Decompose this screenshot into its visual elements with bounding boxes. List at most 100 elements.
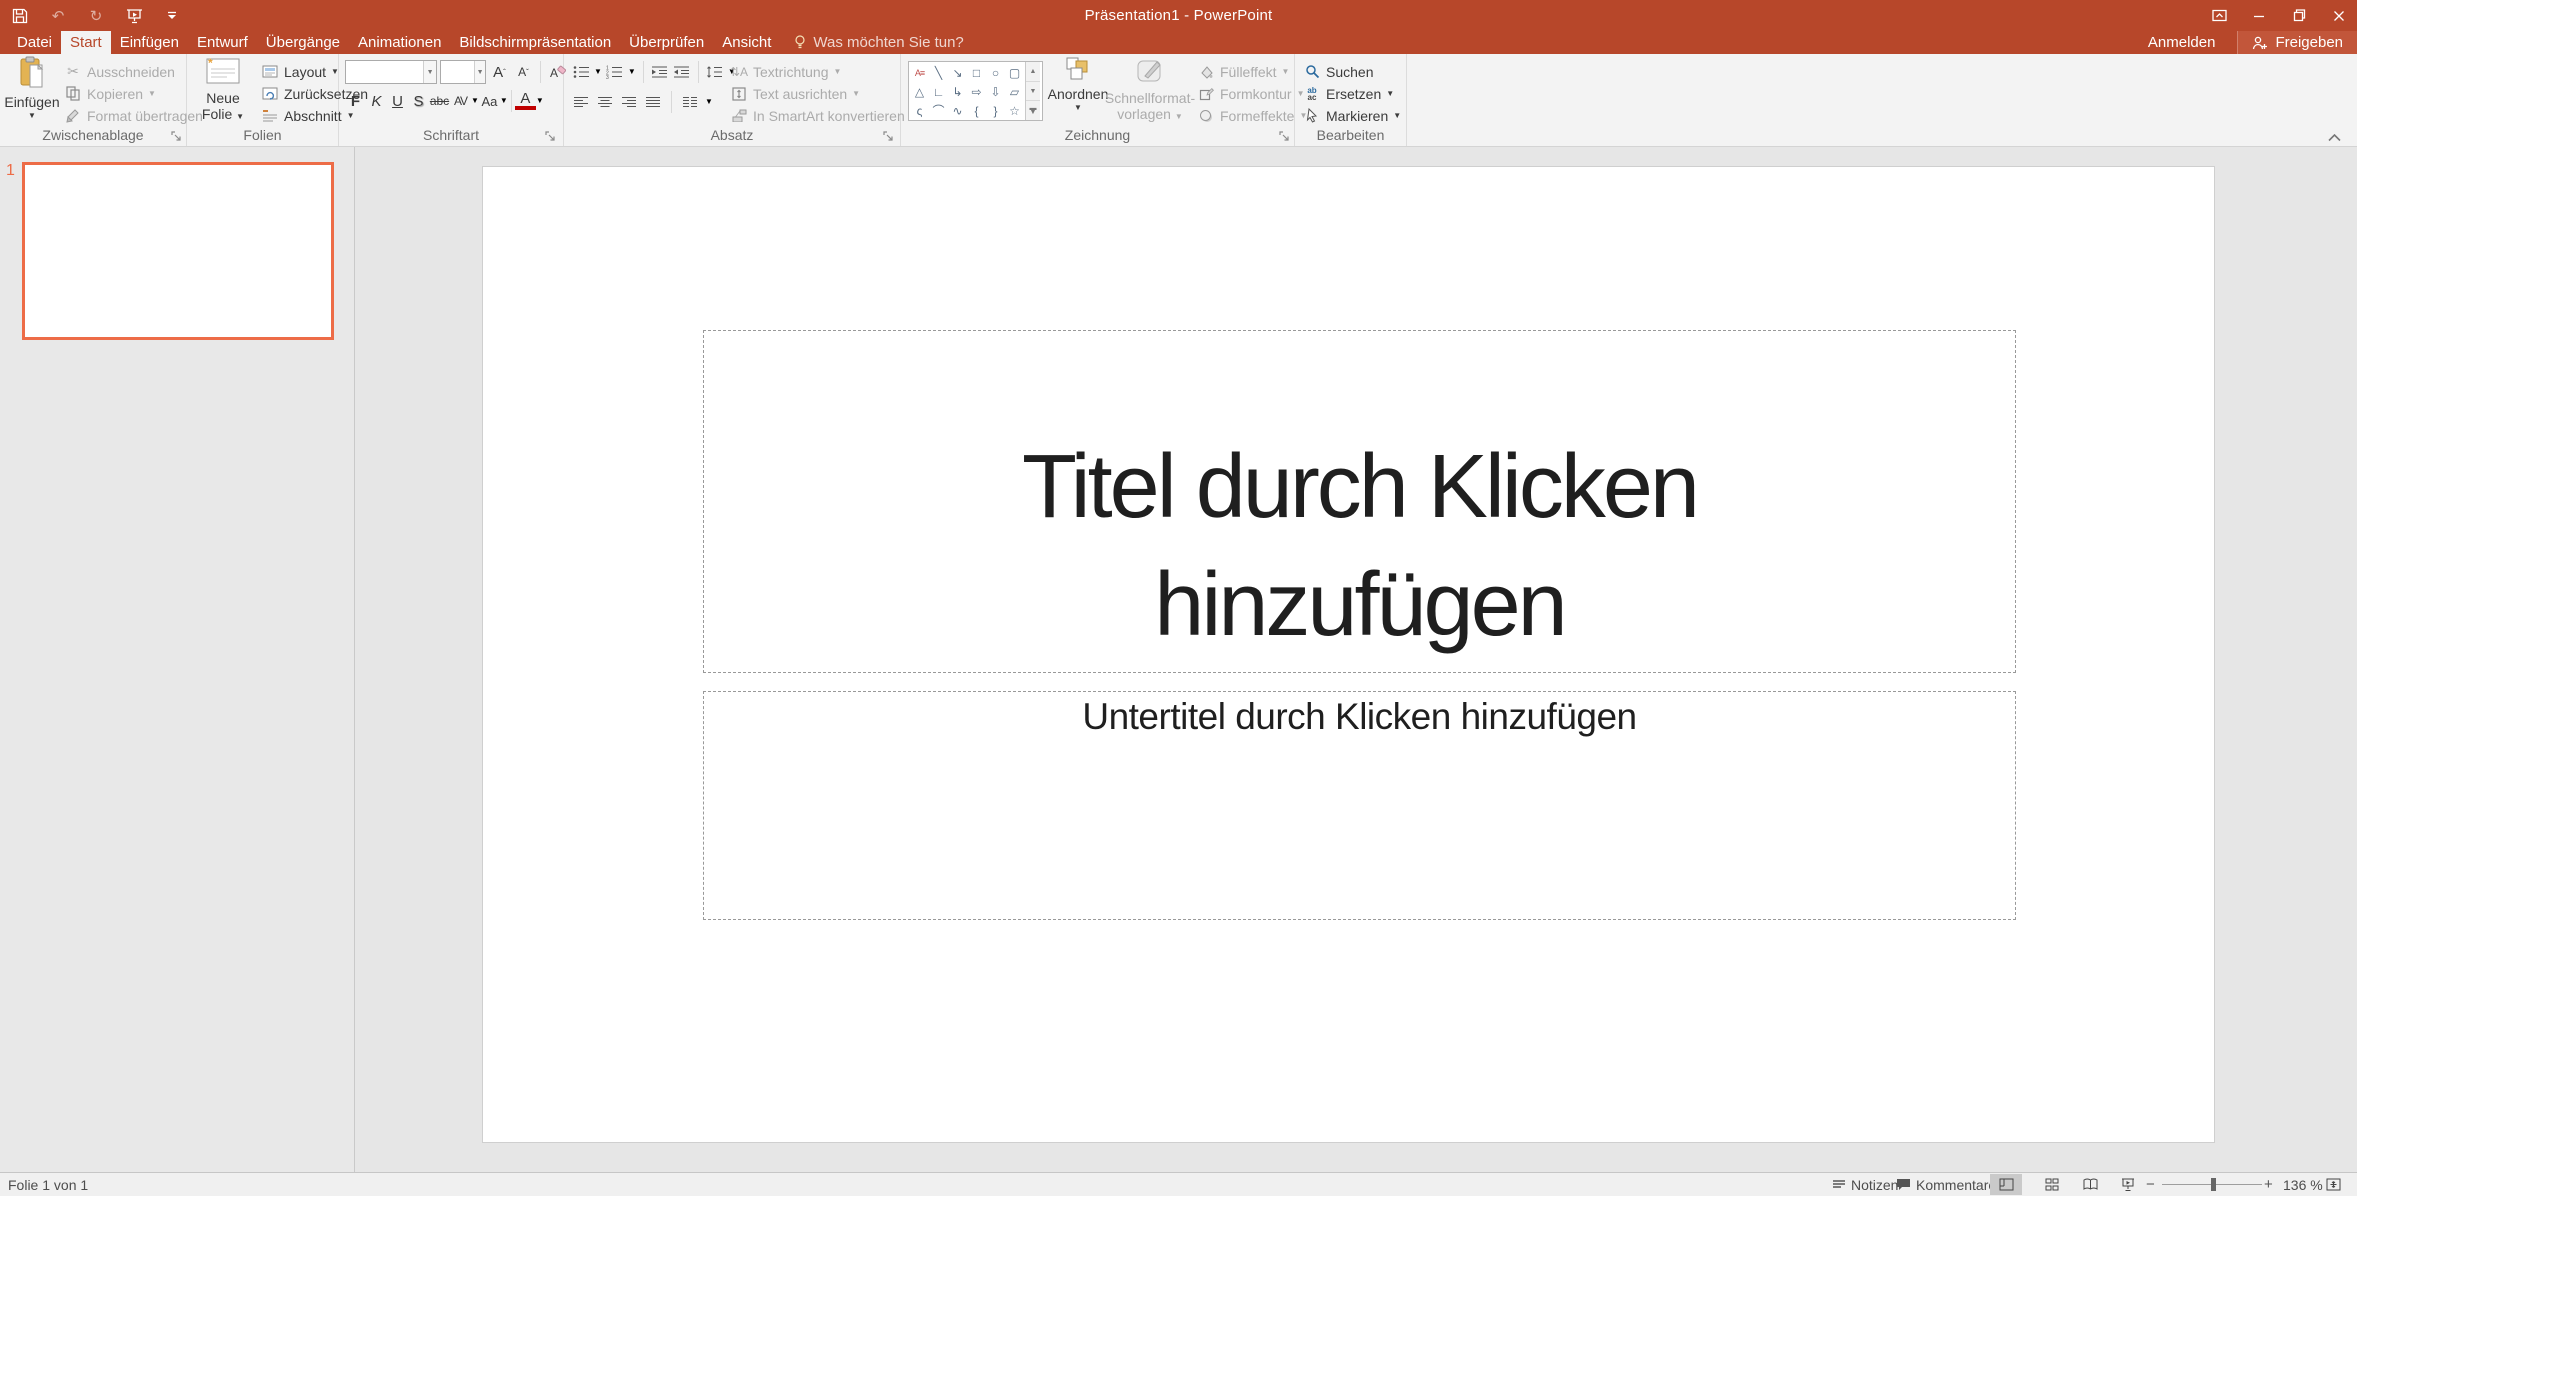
bullets-icon[interactable] [572, 63, 590, 81]
rounded-rectangle-shape[interactable]: ▢ [1005, 63, 1024, 82]
paragraph-dialog-launcher-icon[interactable] [882, 130, 895, 143]
find-button[interactable]: Suchen [1303, 61, 1373, 82]
reading-view-icon[interactable] [2074, 1174, 2106, 1195]
isosceles-triangle-shape[interactable]: △ [910, 82, 929, 101]
dropdown-caret-icon[interactable]: ▼ [471, 97, 479, 105]
tab-bildschirmpraesentation[interactable]: Bildschirmpräsentation [450, 31, 620, 54]
format-painter-button[interactable]: Format übertragen [64, 105, 203, 126]
dropdown-caret-icon[interactable]: ▼ [536, 97, 544, 105]
restore-icon[interactable] [2291, 8, 2307, 24]
font-size-input[interactable] [441, 61, 474, 83]
star-shape[interactable]: ☆ [1005, 101, 1024, 120]
collapse-ribbon-icon[interactable] [2328, 134, 2341, 142]
tab-animationen[interactable]: Animationen [349, 31, 450, 54]
increase-font-size-button[interactable]: Aˆ [489, 61, 510, 83]
line-spacing-icon[interactable] [706, 63, 724, 81]
tab-ansicht[interactable]: Ansicht [713, 31, 780, 54]
chevron-down-icon[interactable]: ▼ [423, 61, 436, 83]
subtitle-placeholder[interactable]: Untertitel durch Klicken hinzufügen [703, 691, 2016, 920]
close-icon[interactable] [2331, 8, 2347, 24]
new-slide-button[interactable]: * Neue Folie ▼ [193, 56, 253, 132]
convert-smartart-button[interactable]: In SmartArt konvertieren ▼ [730, 105, 918, 126]
arrange-button[interactable]: Anordnen ▼ [1049, 56, 1107, 132]
quick-styles-button[interactable]: Schnellformat- vorlagen ▼ [1107, 56, 1193, 132]
ribbon-display-options-icon[interactable] [2211, 8, 2227, 24]
cut-button[interactable]: ✂ Ausschneiden [64, 61, 175, 82]
left-brace-shape[interactable]: { [967, 101, 986, 120]
sign-in-link[interactable]: Anmelden [2148, 31, 2216, 54]
align-text-button[interactable]: Text ausrichten ▼ [730, 83, 860, 104]
italic-button[interactable]: K [366, 90, 387, 112]
tab-einfuegen[interactable]: Einfügen [111, 31, 188, 54]
zoom-level[interactable]: 136 % [2283, 1173, 2323, 1196]
slide-thumbnail-selected[interactable] [22, 162, 334, 340]
font-dialog-launcher-icon[interactable] [544, 130, 557, 143]
scroll-down-icon[interactable]: ▼ [1026, 82, 1040, 102]
tab-start[interactable]: Start [61, 31, 111, 54]
arrow-shape[interactable]: ↘ [948, 63, 967, 82]
font-color-button[interactable]: A [515, 92, 536, 110]
shape-effects-button[interactable]: Formeffekte ▼ [1197, 105, 1307, 126]
curve-shape[interactable]: ∿ [948, 101, 967, 120]
callout-shape[interactable]: ▱ [1005, 82, 1024, 101]
columns-icon[interactable] [681, 93, 699, 111]
comments-button[interactable]: Kommentare [1896, 1173, 1996, 1196]
fit-slide-to-window-icon[interactable] [2320, 1174, 2346, 1195]
gallery-more-icon[interactable]: ▬▼ [1026, 101, 1040, 120]
dropdown-caret-icon[interactable]: ▼ [594, 68, 602, 76]
slide-thumbnail-panel[interactable]: 1 [0, 147, 355, 1172]
shape-fill-button[interactable]: Fülleffekt ▼ [1197, 61, 1289, 82]
notes-button[interactable]: Notizen [1832, 1173, 1898, 1196]
underline-button[interactable]: U [387, 90, 408, 112]
line-shape[interactable]: ╲ [929, 63, 948, 82]
increase-indent-icon[interactable] [673, 63, 691, 81]
down-arrow-shape[interactable]: ⇩ [986, 82, 1005, 101]
slideshow-icon[interactable] [2112, 1174, 2144, 1195]
oval-shape[interactable]: ○ [986, 63, 1005, 82]
tab-datei[interactable]: Datei [8, 31, 61, 54]
title-placeholder[interactable]: Titel durch Klicken hinzufügen [703, 330, 2016, 673]
slide-sorter-icon[interactable] [2036, 1174, 2068, 1195]
elbow-arrow-shape[interactable]: ↳ [948, 82, 967, 101]
text-box-shape[interactable]: A≡ [910, 63, 929, 82]
clipboard-dialog-launcher-icon[interactable] [170, 130, 183, 143]
right-arrow-shape[interactable]: ⇨ [967, 82, 986, 101]
text-shadow-button[interactable]: S [408, 90, 429, 112]
paste-button[interactable]: Einfügen ▼ [4, 56, 60, 132]
change-case-button[interactable]: Aa [479, 90, 500, 112]
align-left-icon[interactable] [572, 93, 590, 111]
rectangle-shape[interactable]: □ [967, 63, 986, 82]
normal-view-icon[interactable] [1990, 1174, 2022, 1195]
tab-uebergaenge[interactable]: Übergänge [257, 31, 349, 54]
bold-button[interactable]: F [345, 90, 366, 112]
align-center-icon[interactable] [596, 93, 614, 111]
dropdown-caret-icon[interactable]: ▼ [500, 97, 508, 105]
scribble-shape[interactable]: ς [910, 101, 929, 120]
share-button[interactable]: Freigeben [2237, 31, 2357, 54]
chevron-down-icon[interactable]: ▼ [474, 61, 485, 83]
zoom-in-button[interactable]: + [2264, 1173, 2273, 1196]
elbow-shape[interactable]: ∟ [929, 82, 948, 101]
font-name-input[interactable] [346, 61, 423, 83]
zoom-out-button[interactable]: − [2146, 1173, 2155, 1196]
layout-button[interactable]: Layout ▼ [261, 61, 339, 82]
character-spacing-button[interactable]: AV [450, 90, 471, 112]
decrease-font-size-button[interactable]: Aˇ [513, 61, 534, 83]
align-right-icon[interactable] [620, 93, 638, 111]
right-brace-shape[interactable]: } [986, 101, 1005, 120]
slide-canvas[interactable]: Titel durch Klicken hinzufügen Untertite… [482, 166, 2215, 1143]
dropdown-caret-icon[interactable]: ▼ [705, 98, 713, 106]
zoom-slider-handle[interactable] [2211, 1178, 2216, 1191]
zoom-slider[interactable] [2162, 1184, 2262, 1185]
shape-outline-button[interactable]: Formkontur ▼ [1197, 83, 1305, 104]
decrease-indent-icon[interactable] [651, 63, 669, 81]
dropdown-caret-icon[interactable]: ▼ [628, 68, 636, 76]
minimize-icon[interactable] [2251, 8, 2267, 24]
drawing-dialog-launcher-icon[interactable] [1278, 130, 1291, 143]
numbering-icon[interactable]: 123 [606, 63, 624, 81]
justify-icon[interactable] [644, 93, 662, 111]
select-button[interactable]: Markieren ▼ [1303, 105, 1401, 126]
tab-ueberpruefen[interactable]: Überprüfen [620, 31, 713, 54]
replace-button[interactable]: abac Ersetzen ▼ [1303, 83, 1394, 104]
arc-shape[interactable]: ⌒ [929, 101, 948, 120]
